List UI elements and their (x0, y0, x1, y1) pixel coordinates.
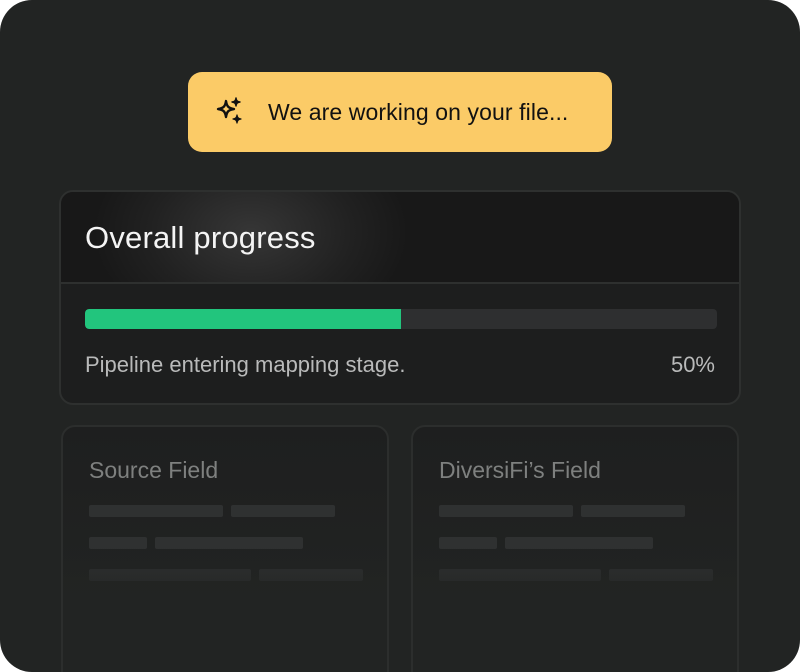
progress-title: Overall progress (85, 220, 316, 255)
app-frame: We are working on your file... Overall p… (0, 0, 800, 672)
diversifi-field-card: DiversiFi’s Field (411, 425, 739, 672)
overall-progress-card: Overall progress Pipeline entering mappi… (59, 190, 741, 405)
skeleton-line (155, 537, 303, 549)
skeleton-line (89, 537, 147, 549)
skeleton-line (231, 505, 335, 517)
skeleton-line (89, 505, 223, 517)
progress-card-header: Overall progress (61, 192, 739, 284)
progress-status: Pipeline entering mapping stage. (85, 352, 406, 377)
progress-percent: 50% (670, 352, 715, 377)
sparkle-icon (212, 95, 246, 129)
progress-bar (85, 309, 717, 329)
skeleton-line (581, 505, 685, 517)
skeleton-line (505, 537, 653, 549)
skeleton-line (259, 569, 363, 581)
processing-toast: We are working on your file... (188, 72, 612, 152)
skeleton-line (439, 505, 573, 517)
diversifi-field-title: DiversiFi’s Field (439, 457, 601, 483)
skeleton-line (89, 569, 251, 581)
skeleton-line (609, 569, 713, 581)
progress-bar-fill (85, 309, 401, 329)
skeleton-line (439, 537, 497, 549)
source-field-card: Source Field (61, 425, 389, 672)
skeleton-line (439, 569, 601, 581)
source-field-title: Source Field (89, 457, 219, 483)
toast-message: We are working on your file... (268, 98, 569, 125)
